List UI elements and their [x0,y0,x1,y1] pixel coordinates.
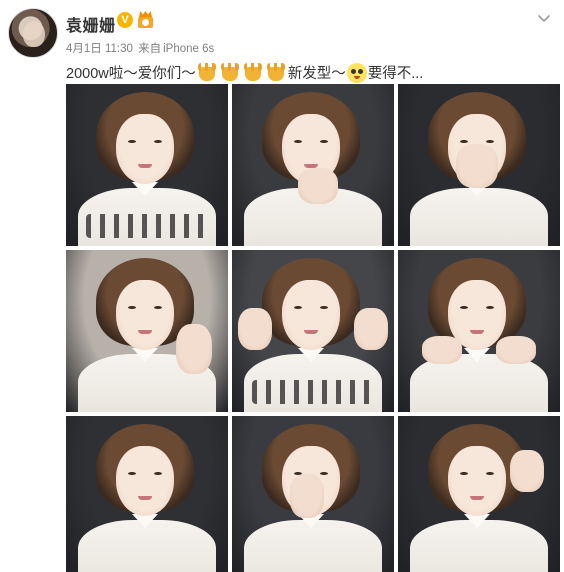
timestamp[interactable]: 4月1日 11:30 [66,43,133,55]
source-prefix: 来自 [138,43,162,55]
photo-grid [66,84,560,572]
mouth [470,330,484,334]
shirt [78,520,216,572]
hand [422,336,462,364]
hand [456,144,498,188]
face [116,280,174,350]
shirt [410,188,548,246]
mouth [470,496,484,500]
shirt [410,520,548,572]
shirt-pattern [252,380,374,404]
rock-hand-emoji-icon [196,62,218,83]
photo-thumbnail[interactable] [232,416,394,572]
rock-hand-emoji-icon [219,62,241,83]
hand [354,308,388,350]
rock-hand-emoji-icon [242,62,264,83]
member-crown-icon[interactable] [137,11,154,28]
verified-v-icon: V [117,12,133,28]
eyes [294,140,328,144]
mouth [138,496,152,500]
eyes [128,140,162,144]
avatar[interactable] [8,8,58,58]
mouth [138,330,152,334]
face [282,280,340,350]
post-text: 2000w啦～爱你们～ 新发型～ 要得不... [66,62,423,83]
photo-thumbnail[interactable] [232,84,394,246]
photo-thumbnail[interactable] [232,250,394,412]
photo-thumbnail[interactable] [398,416,560,572]
post-text-part-1: 2000w啦～爱你们～ [66,66,196,82]
eyes [460,472,494,476]
source[interactable]: iPhone 6s [163,43,214,55]
hand [290,474,324,518]
username[interactable]: 袁姗姗 [66,12,116,36]
shirt-pattern [86,214,208,238]
eyes [294,306,328,310]
shirt [244,520,382,572]
rock-hand-emoji-icon [265,62,287,83]
goofy-face-emoji-icon [346,62,367,83]
weibo-post: 袁姗姗 V 4月1日 11:30 来自 iPhone 6s 2000w啦～爱你们～… [0,0,564,572]
hand [176,324,212,374]
photo-thumbnail[interactable] [398,84,560,246]
post-text-part-3: 要得不... [367,66,424,82]
photo-thumbnail[interactable] [398,250,560,412]
post-text-part-2: 新发型～ [287,66,346,82]
mouth [304,330,318,334]
mouth [138,164,152,168]
face [116,114,174,184]
photo-thumbnail[interactable] [66,84,228,246]
eyes [128,306,162,310]
face [116,446,174,516]
post-meta: 4月1日 11:30 来自 iPhone 6s [66,40,214,56]
hand [510,450,544,492]
photo-thumbnail[interactable] [66,250,228,412]
face [448,446,506,516]
chevron-down-icon[interactable] [534,8,554,28]
hand [238,308,272,350]
hand [496,336,536,364]
eyes [128,472,162,476]
eyes [460,306,494,310]
photo-thumbnail[interactable] [66,416,228,572]
hand [298,168,338,204]
